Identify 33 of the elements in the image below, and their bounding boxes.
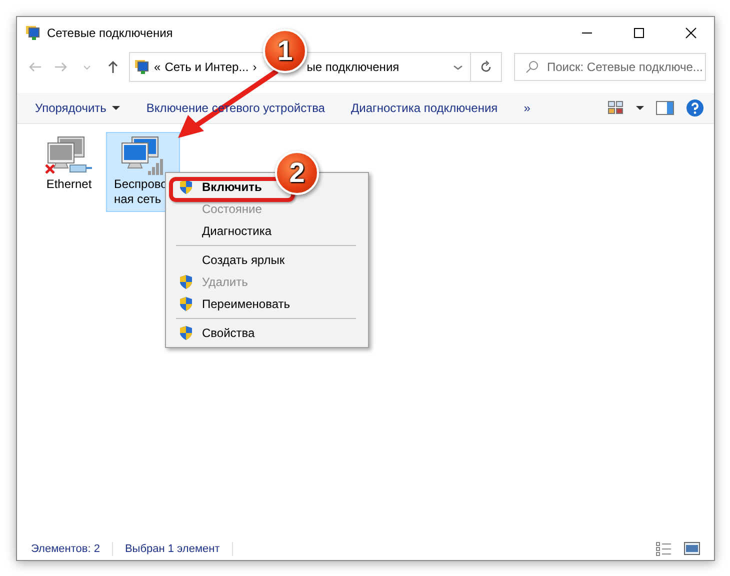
step-badge: 2 bbox=[275, 151, 319, 195]
connection-label: Ethernet bbox=[46, 177, 92, 192]
caret-icon[interactable] bbox=[636, 105, 644, 111]
toolbar-button[interactable]: Диагностика подключения bbox=[350, 101, 498, 115]
connection-item[interactable]: Беспрово ная сеть bbox=[106, 132, 180, 212]
breadcrumb[interactable]: › bbox=[252, 60, 257, 74]
more-button[interactable]: » bbox=[524, 101, 530, 115]
toolbar-button[interactable]: Упорядочить bbox=[35, 101, 120, 115]
search-icon bbox=[525, 60, 539, 74]
help-icon[interactable] bbox=[686, 99, 704, 117]
caret-icon bbox=[112, 105, 120, 111]
network-folder-icon bbox=[134, 59, 150, 75]
connection-label: ная сеть bbox=[113, 192, 162, 207]
menu-item[interactable]: Переименовать bbox=[178, 296, 290, 312]
breadcrumb[interactable]: « bbox=[154, 60, 161, 74]
window-title: Сетевые подключения bbox=[47, 26, 174, 40]
step-badge: 1 bbox=[263, 29, 307, 73]
menu-item[interactable]: Свойства bbox=[178, 325, 255, 341]
breadcrumb[interactable]: Сеть и Интер... bbox=[164, 60, 249, 74]
menu-item[interactable]: Создать ярлык bbox=[178, 252, 285, 268]
network-folder-icon bbox=[25, 25, 41, 41]
connection-label: Беспрово bbox=[113, 177, 168, 192]
status-text: Выбран 1 элемент bbox=[124, 543, 220, 555]
status-text: Элементов: 2 bbox=[31, 543, 100, 555]
view-icon[interactable] bbox=[608, 101, 624, 115]
preview-pane-icon[interactable] bbox=[656, 101, 674, 115]
details-view-icon[interactable] bbox=[656, 542, 672, 556]
large-icons-view-icon[interactable] bbox=[684, 542, 700, 556]
search-field[interactable]: Поиск: Сетевые подключе... bbox=[514, 53, 706, 81]
breadcrumb[interactable]: ые подключения bbox=[306, 60, 400, 74]
refresh-icon[interactable] bbox=[479, 60, 493, 74]
menu-item[interactable]: Включить bbox=[178, 179, 262, 195]
menu-item[interactable]: Диагностика bbox=[178, 223, 272, 239]
